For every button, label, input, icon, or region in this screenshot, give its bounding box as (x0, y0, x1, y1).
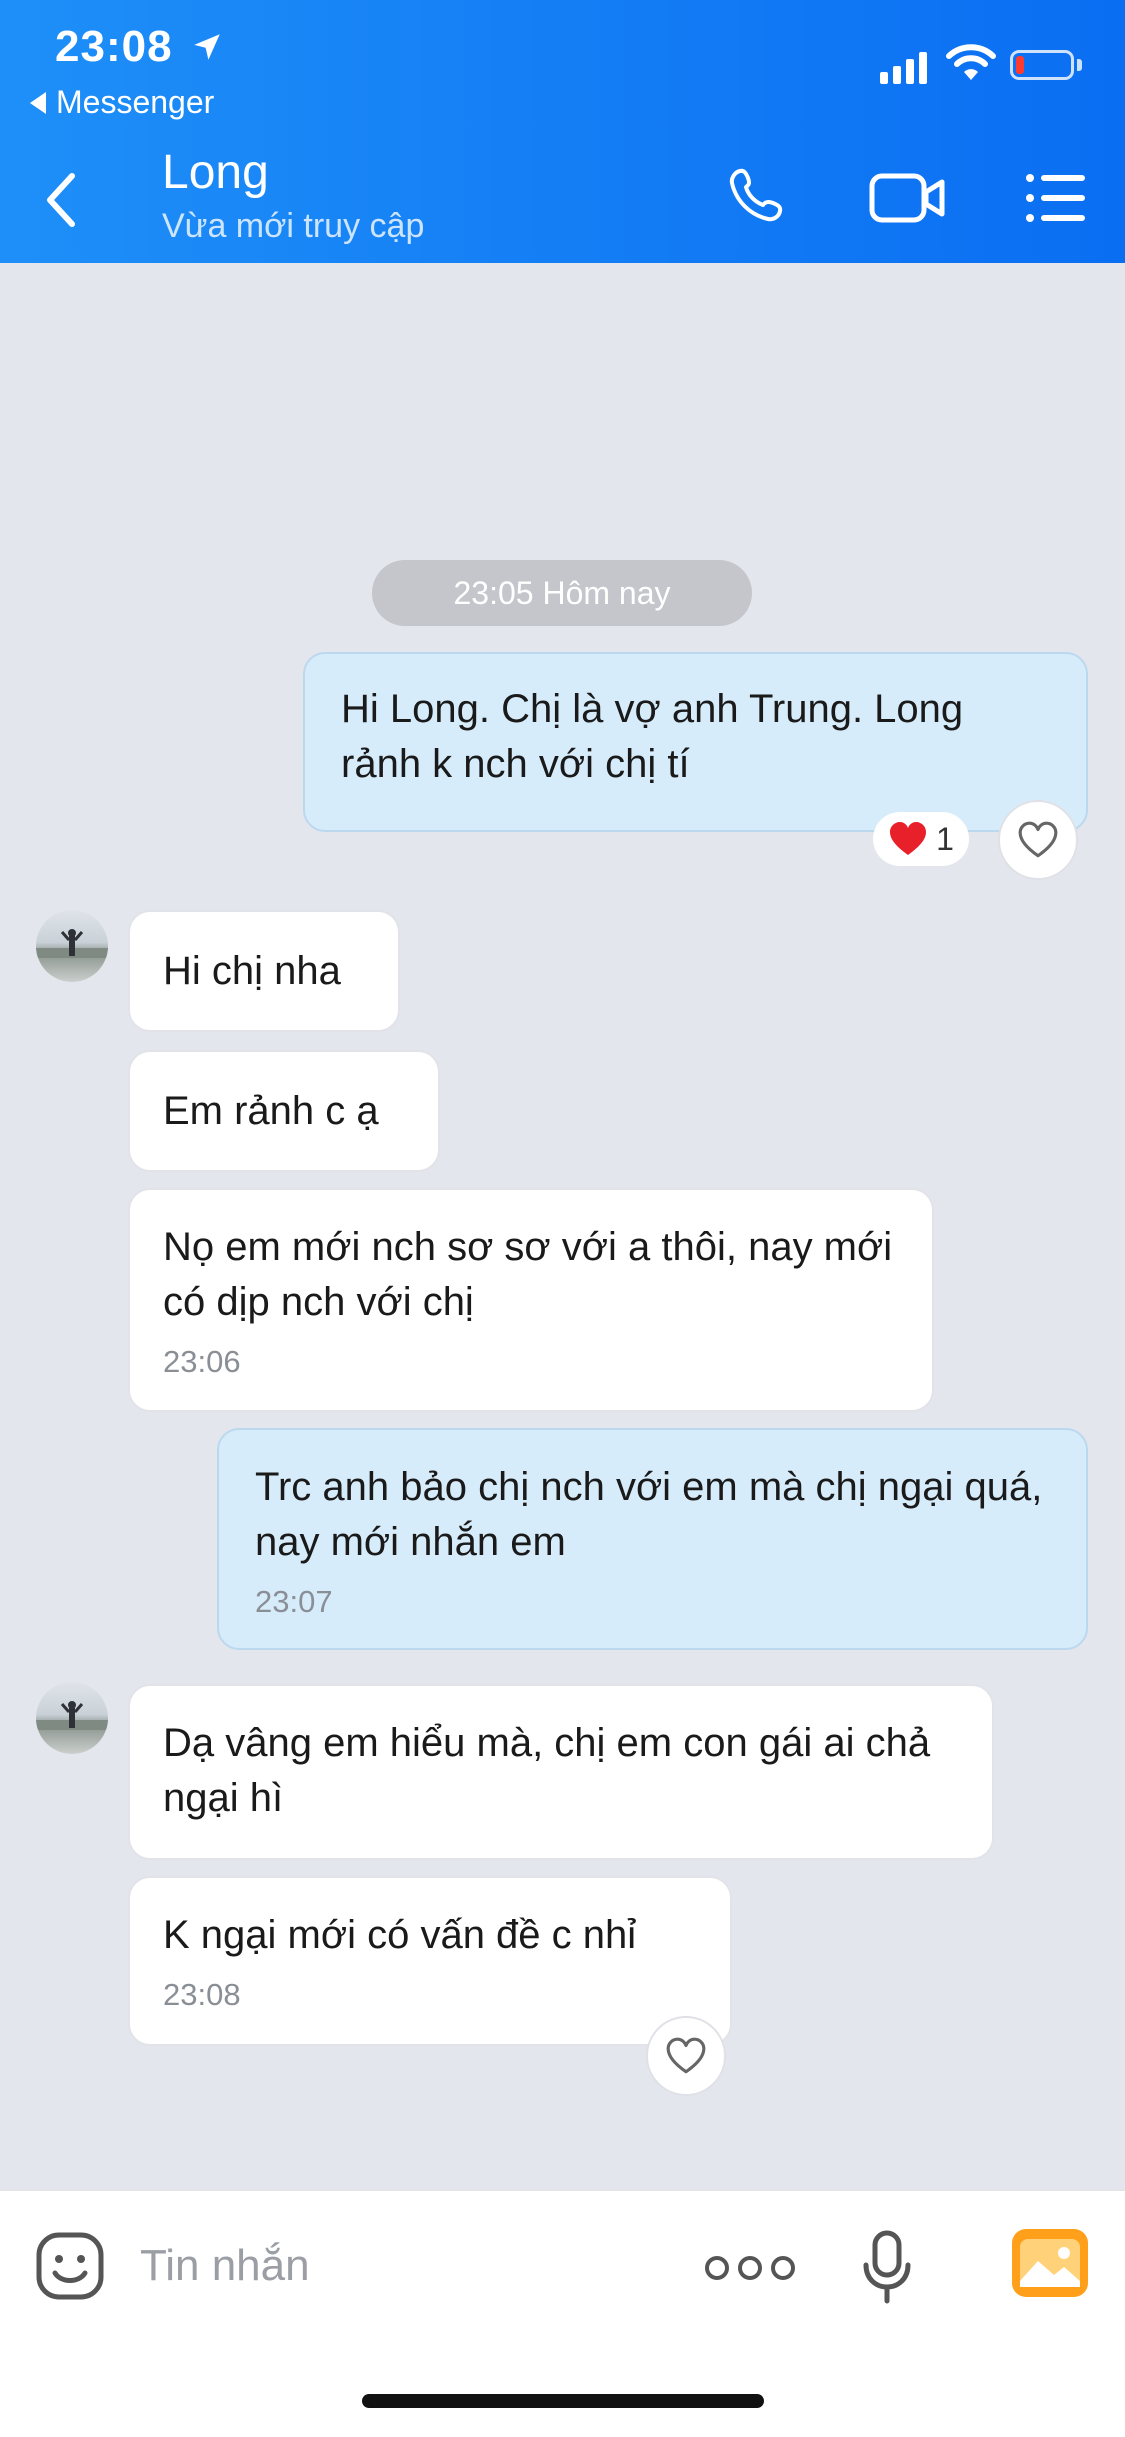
contact-status: Vừa mới truy cập (162, 207, 425, 245)
message-text: Nọ em mới nch sơ sơ với a thôi, nay mới … (163, 1225, 893, 1324)
heart-outline-icon (666, 2037, 706, 2074)
message-bubble-outgoing[interactable]: Hi Long. Chị là vợ anh Trung. Long rảnh … (303, 652, 1088, 832)
video-call-icon[interactable] (868, 170, 948, 226)
microphone-icon[interactable] (862, 2229, 912, 2305)
react-heart-button[interactable] (646, 2016, 726, 2096)
back-to-messenger-link[interactable]: Messenger (30, 84, 214, 121)
avatar-photo (36, 929, 108, 958)
more-dots-icon[interactable] (705, 2256, 795, 2280)
message-bubble-incoming[interactable]: Nọ em mới nch sơ sơ với a thôi, nay mới … (128, 1188, 934, 1412)
avatar-photo (36, 1701, 108, 1730)
message-text: Dạ vâng em hiểu mà, chị em con gái ai ch… (163, 1721, 931, 1820)
reaction-count: 1 (936, 820, 954, 857)
message-time: 23:06 (163, 1344, 241, 1379)
cellular-signal-icon (880, 48, 927, 84)
avatar[interactable] (36, 910, 108, 982)
message-time: 23:07 (255, 1584, 333, 1619)
message-bubble-incoming[interactable]: Em rảnh c ạ (128, 1050, 440, 1172)
heart-icon (890, 822, 927, 855)
react-heart-button[interactable] (998, 800, 1078, 880)
message-bubble-incoming[interactable]: K ngại mới có vấn đề c nhỉ 23:08 (128, 1876, 732, 2046)
message-text: Hi chị nha (163, 949, 341, 993)
message-text: K ngại mới có vấn đề c nhỉ (163, 1913, 637, 1957)
emoji-sticker-icon[interactable] (35, 2231, 105, 2301)
avatar[interactable] (36, 1682, 108, 1754)
back-app-label: Messenger (56, 84, 215, 120)
message-bubble-incoming[interactable]: Dạ vâng em hiểu mà, chị em con gái ai ch… (128, 1684, 994, 1860)
menu-icon[interactable] (1025, 170, 1087, 226)
message-text: Trc anh bảo chị nch với em mà chị ngại q… (255, 1465, 1043, 1564)
back-triangle-icon (30, 91, 46, 114)
contact-name[interactable]: Long (162, 145, 269, 200)
reaction-badge[interactable]: 1 (873, 812, 969, 866)
back-chevron-icon[interactable] (42, 170, 82, 230)
photo-icon[interactable] (1012, 2229, 1088, 2297)
battery-icon (1010, 50, 1074, 80)
status-time: 23:08 (55, 22, 173, 71)
message-bubble-incoming[interactable]: Hi chị nha (128, 910, 400, 1032)
message-input-bar (0, 2190, 1125, 2437)
message-text: Hi Long. Chị là vợ anh Trung. Long rảnh … (341, 687, 964, 786)
wifi-icon (946, 44, 996, 80)
date-divider: 23:05 Hôm nay (372, 560, 752, 626)
message-text: Em rảnh c ạ (163, 1089, 379, 1133)
message-input[interactable] (140, 2233, 660, 2299)
message-time: 23:08 (163, 1977, 241, 2012)
heart-outline-icon (1018, 821, 1058, 858)
chat-header: 23:08 Messenger Long Vừa mới truy cập (0, 0, 1125, 263)
home-indicator (362, 2394, 764, 2408)
location-arrow-icon (194, 34, 220, 60)
message-bubble-outgoing[interactable]: Trc anh bảo chị nch với em mà chị ngại q… (217, 1428, 1088, 1650)
phone-call-icon[interactable] (726, 165, 786, 225)
